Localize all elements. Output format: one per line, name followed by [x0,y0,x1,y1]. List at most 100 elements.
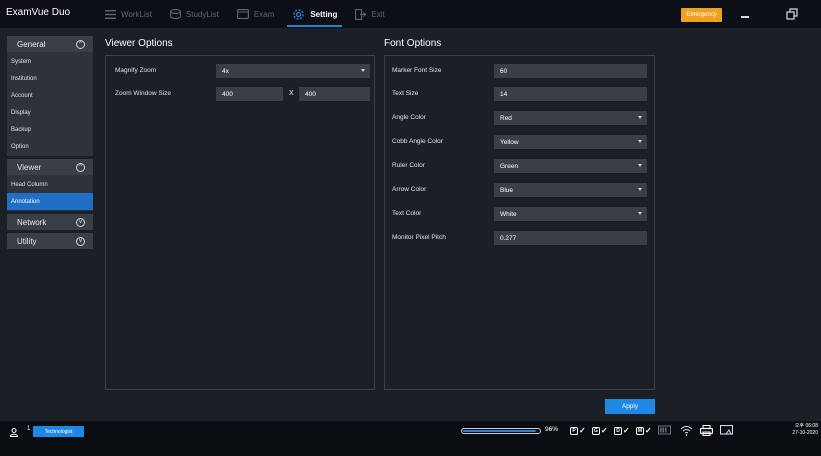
minimize-button[interactable] [741,16,749,18]
zoom-width-input[interactable]: 400 [216,87,283,101]
chevron-down-icon: v [76,217,85,227]
wifi-icon [680,426,693,436]
zoom-height-input[interactable]: 400 [299,87,370,101]
nav-studylist[interactable]: StudyList [161,0,228,28]
sidebar-group-viewer-items: Head Column Annotation [7,175,93,211]
cobb-angle-color-label: Cobb Angle Color [392,138,443,145]
sidebar-item-display[interactable]: Display [7,104,93,121]
exit-icon [355,8,367,20]
ruler-color-label: Ruler Color [392,162,425,169]
sidebar-item-institution[interactable]: Institution [7,70,93,87]
check-icon: ✓ [601,426,608,435]
storage-progress-bar [461,428,541,434]
sidebar-item-system[interactable]: System [7,53,93,70]
check-icon: ✓ [623,426,630,435]
nav-exam-label: Exam [253,9,275,19]
device-g-icon[interactable]: G ✓ [592,425,612,436]
sidebar-group-label: General [17,39,46,49]
apply-button[interactable]: Apply [605,399,655,414]
angle-color-select[interactable]: Red [494,111,647,125]
sidebar-group-viewer[interactable]: Viewer ^ [7,159,93,175]
device-p-box: P [570,426,578,435]
top-bar: ExamVue Duo WorkList StudyList Exam Sett… [0,0,821,28]
check-icon: ✓ [579,426,586,435]
check-icon: ✓ [645,426,652,435]
storage-progress-text: 96% [545,426,559,433]
viewer-options-panel: Magnify Zoom 4x Zoom Window Size 400 X 4… [105,55,375,390]
chevron-down-icon: v [76,236,85,246]
text-size-label: Text Size [392,90,419,97]
dropdown-caret-icon [361,69,365,72]
arrow-color-value: Blue [500,186,514,194]
font-options-panel: Marker Font Size 60 Text Size 14 Angle C… [384,55,655,390]
device-d-box: D [614,426,622,435]
sidebar-group-label: Viewer [17,162,42,172]
user-count: 1 [27,426,31,432]
zoom-height-value: 400 [305,90,316,98]
magnify-zoom-value: 4x [222,67,229,75]
list-icon [105,9,116,19]
status-bar: 1 Technologist 96% P ✓ G ✓ D ✓ M ✓ 오후 06:08 … [0,421,821,456]
sidebar-item-head-column[interactable]: Head Column [7,176,93,193]
main-area: General ^ System Institution Account Dis… [0,28,821,421]
text-color-label: Text Color [392,210,422,217]
emergency-button[interactable]: Emergency [681,8,722,22]
marker-font-size-input[interactable]: 60 [494,64,647,78]
ruler-color-value: Green [500,162,519,170]
nav-exam[interactable]: Exam [228,0,283,28]
nav-worklist[interactable]: WorkList [96,0,161,28]
dropdown-caret-icon [638,140,642,143]
dropdown-caret-icon [638,164,642,167]
user-icon [10,428,18,437]
restore-window-icon[interactable] [786,8,798,20]
magnify-zoom-select[interactable]: 4x [216,64,370,78]
nav-exit[interactable]: Exit [346,0,393,28]
storage-progress-fill [463,430,536,432]
text-size-input[interactable]: 14 [494,87,647,101]
zoom-width-value: 400 [222,90,233,98]
ruler-color-select[interactable]: Green [494,159,647,173]
sidebar-item-annotation[interactable]: Annotation [7,193,93,210]
database-icon [169,9,181,19]
sidebar-item-backup[interactable]: Backup [7,121,93,138]
sidebar-item-option[interactable]: Option [7,138,93,155]
cobb-angle-color-select[interactable]: Yellow [494,135,647,149]
monitor-pixel-pitch-input[interactable]: 0.277 [494,231,647,245]
device-p-icon[interactable]: P ✓ [570,425,590,436]
sidebar-group-label: Network [17,217,47,227]
zoom-separator: X [289,90,294,97]
arrow-color-select[interactable]: Blue [494,183,647,197]
monitor-pixel-pitch-label: Monitor Pixel Pitch [392,234,446,241]
screen-capture-icon[interactable] [720,425,733,436]
text-size-value: 14 [500,90,508,98]
dropdown-caret-icon [638,188,642,191]
nav-setting[interactable]: Setting [283,0,346,28]
clock-time: 오후 06:08 [794,423,818,429]
sidebar-item-account[interactable]: Account [7,87,93,104]
text-color-select[interactable]: White [494,207,647,221]
nav-exit-label: Exit [371,9,385,19]
nav-studylist-label: StudyList [185,9,219,19]
angle-color-label: Angle Color [392,114,426,121]
role-badge[interactable]: Technologist [33,426,84,437]
sidebar-group-general[interactable]: General ^ [7,36,93,52]
battery-icon [658,425,671,435]
dropdown-caret-icon [638,116,642,119]
gear-icon [293,8,305,20]
marker-font-size-label: Marker Font Size [392,67,442,74]
app-title: ExamVue Duo [6,7,71,18]
device-d-icon[interactable]: D ✓ [614,425,634,436]
sidebar-group-label: Utility [17,236,37,246]
device-g-box: G [592,426,600,435]
nav-setting-label: Setting [310,9,338,19]
sidebar-group-network[interactable]: Network v [7,214,93,230]
marker-font-size-value: 60 [500,67,508,75]
sidebar-group-utility[interactable]: Utility v [7,233,93,249]
main-nav: WorkList StudyList Exam Setting Exit [96,0,394,28]
text-color-value: White [500,210,517,218]
nav-worklist-label: WorkList [121,9,152,19]
dropdown-caret-icon [638,212,642,215]
cobb-angle-color-value: Yellow [500,138,519,146]
device-m-icon[interactable]: M ✓ [636,425,656,436]
chevron-up-icon: ^ [76,39,85,49]
